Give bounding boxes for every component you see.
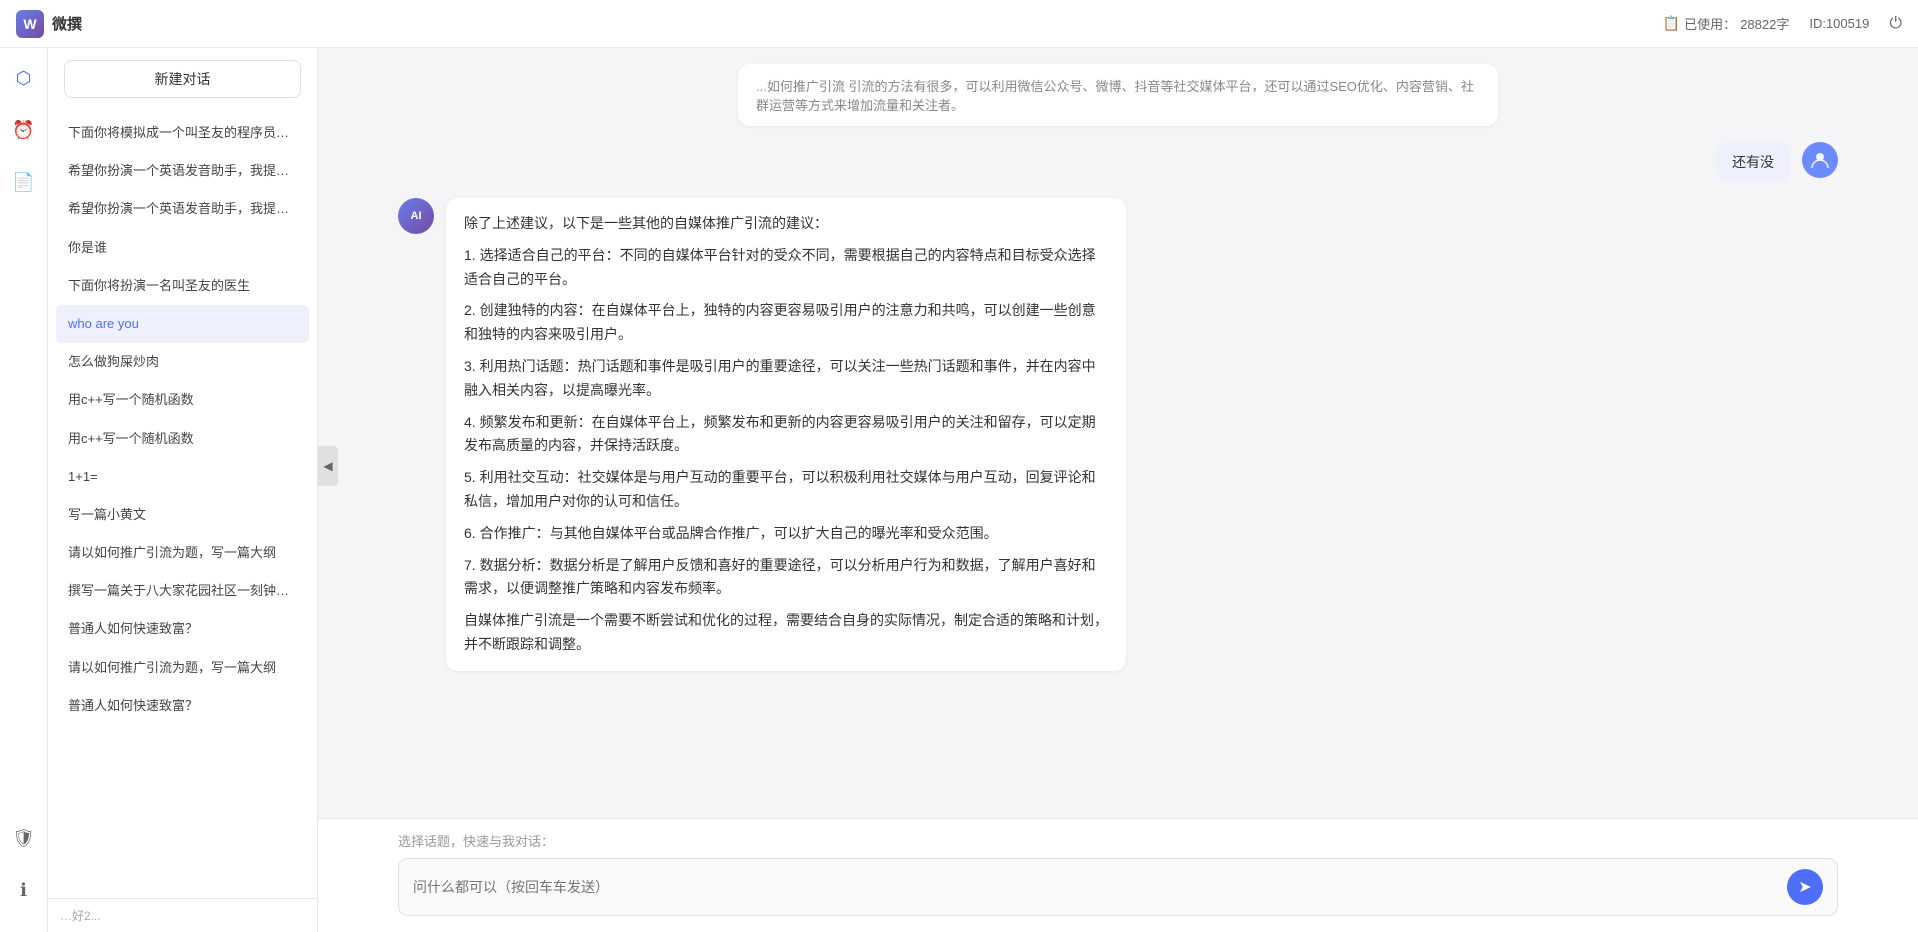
ai-message-row: AI 除了上述建议，以下是一些其他的自媒体推广引流的建议： 1. 选择适合自己的… [398,198,1838,671]
sidebar-bottom-text: …好2... [48,898,317,932]
usage-label: 已使用： [1684,14,1736,33]
topbar: W 微撰 📋 已使用： 28822字 ID:100519 ⏻ [0,0,1918,48]
nav-icon-clock[interactable]: ⏰ [6,112,42,148]
user-id: ID:100519 [1809,16,1869,31]
send-icon: ➤ [1798,877,1811,897]
chat-input-row: ➤ [398,858,1838,916]
chat-input[interactable] [413,879,1779,895]
user-message-bubble: 还有没 [1716,142,1790,182]
ai-intro: 除了上述建议，以下是一些其他的自媒体推广引流的建议： [464,212,1108,236]
ai-message-bubble: 除了上述建议，以下是一些其他的自媒体推广引流的建议： 1. 选择适合自己的平台：… [446,198,1126,671]
user-avatar [1802,142,1838,178]
user-message-row: 还有没 [398,142,1838,182]
nav-icon-shield[interactable]: 🛡 [6,820,42,856]
ai-point-1: 1. 选择适合自己的平台：不同的自媒体平台针对的受众不同，需要根据自己的内容特点… [464,244,1108,292]
sidebar-item-1[interactable]: 下面你将模拟成一个叫圣友的程序员，我说... [56,114,309,152]
ai-point-3: 3. 利用热门话题：热门话题和事件是吸引用户的重要途径，可以关注一些热门话题和事… [464,355,1108,403]
usage-count: 28822字 [1740,14,1789,33]
ai-avatar: AI [398,198,434,234]
sidebar-item-14[interactable]: 普通人如何快速致富？ [56,610,309,648]
nav-icon-info[interactable]: ℹ [6,872,42,908]
topbar-right: 📋 已使用： 28822字 ID:100519 ⏻ [1663,14,1902,33]
sidebar-item-10[interactable]: 1+1= [56,458,309,496]
sidebar: 新建对话 下面你将模拟成一个叫圣友的程序员，我说... 希望你扮演一个英语发音助… [48,48,318,932]
send-button[interactable]: ➤ [1787,869,1823,905]
sidebar-item-7[interactable]: 怎么做狗屎炒肉 [56,343,309,381]
truncated-message: ...如何推广引流 引流的方法有很多，可以利用微信公众号、微博、抖音等社交媒体平… [738,64,1498,126]
power-icon[interactable]: ⏻ [1889,15,1902,33]
quick-select-label: 选择话题，快速与我对话： [398,831,1838,850]
ai-point-2: 2. 创建独特的内容：在自媒体平台上，独特的内容更容易吸引用户的注意力和共鸣，可… [464,299,1108,347]
nav-icon-doc[interactable]: 📄 [6,164,42,200]
sidebar-item-8[interactable]: 用c++写一个随机函数 [56,381,309,419]
sidebar-item-5[interactable]: 下面你将扮演一名叫圣友的医生 [56,267,309,305]
ai-point-7: 7. 数据分析：数据分析是了解用户反馈和喜好的重要途径，可以分析用户行为和数据，… [464,554,1108,602]
chat-area: ...如何推广引流 引流的方法有很多，可以利用微信公众号、微博、抖音等社交媒体平… [318,48,1918,932]
new-conversation-button[interactable]: 新建对话 [64,60,301,98]
ai-conclusion: 自媒体推广引流是一个需要不断尝试和优化的过程，需要结合自身的实际情况，制定合适的… [464,609,1108,657]
chat-messages: ...如何推广引流 引流的方法有很多，可以利用微信公众号、微博、抖音等社交媒体平… [318,48,1918,818]
truncated-message-row: ...如何推广引流 引流的方法有很多，可以利用微信公众号、微博、抖音等社交媒体平… [398,64,1838,126]
usage-indicator: 📋 已使用： 28822字 [1663,14,1790,33]
ai-point-6: 6. 合作推广：与其他自媒体平台或品牌合作推广，可以扩大自己的曝光率和受众范围。 [464,522,1108,546]
sidebar-item-9[interactable]: 用c++写一个随机函数 [56,420,309,458]
app-logo: 微撰 [52,13,82,34]
logo-w-icon: W [16,10,44,38]
document-icon: 📋 [1663,15,1680,32]
chat-input-area: 选择话题，快速与我对话： ➤ [318,818,1918,932]
conversation-list: 下面你将模拟成一个叫圣友的程序员，我说... 希望你扮演一个英语发音助手，我提供… [48,110,317,898]
ai-point-5: 5. 利用社交互动：社交媒体是与用户互动的重要平台，可以积极利用社交媒体与用户互… [464,466,1108,514]
sidebar-item-15[interactable]: 请以如何推广引流为题，写一篇大纲 [56,649,309,687]
sidebar-item-16[interactable]: 普通人如何快速致富？ [56,687,309,725]
sidebar-item-4[interactable]: 你是谁 [56,229,309,267]
nav-icon-hexagon[interactable]: ⬡ [6,60,42,96]
icon-rail: ⬡ ⏰ 📄 🛡 ℹ [0,48,48,932]
sidebar-collapse-toggle[interactable]: ◀ [318,446,338,486]
sidebar-item-6[interactable]: who are you [56,305,309,343]
sidebar-item-13[interactable]: 撰写一篇关于八大家花园社区一刻钟便民生... [56,572,309,610]
main-layout: ⬡ ⏰ 📄 🛡 ℹ 新建对话 下面你将模拟成一个叫圣友的程序员，我说... 希望… [0,48,1918,932]
sidebar-item-12[interactable]: 请以如何推广引流为题，写一篇大纲 [56,534,309,572]
sidebar-item-11[interactable]: 写一篇小黄文 [56,496,309,534]
user-message-text: 还有没 [1732,154,1774,170]
sidebar-item-3[interactable]: 希望你扮演一个英语发音助手，我提供给你... [56,190,309,228]
ai-point-4: 4. 频繁发布和更新：在自媒体平台上，频繁发布和更新的内容更容易吸引用户的关注和… [464,411,1108,459]
sidebar-item-2[interactable]: 希望你扮演一个英语发音助手，我提供给你... [56,152,309,190]
